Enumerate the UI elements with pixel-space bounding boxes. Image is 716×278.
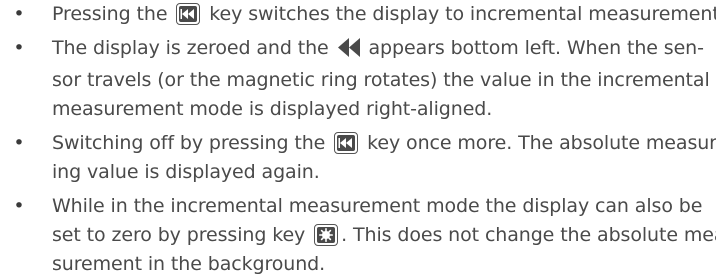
bullet-item-4: • While in the incremental measurement m…	[0, 192, 716, 278]
bullet-item-3: • Switching off by pressing the key once…	[0, 129, 716, 187]
bullet-marker: •	[13, 3, 25, 25]
bullet-item-2: • The display is zeroed and the appears …	[0, 34, 716, 124]
text-line: measurement mode is displayed right-alig…	[52, 98, 493, 120]
incremental-symbol-icon	[337, 37, 360, 66]
text-segment: The display is zeroed and the	[52, 37, 335, 59]
text-line: set to zero by pressing key . This does …	[52, 221, 716, 250]
bullet-item-1: • Pressing the key switches the display …	[0, 0, 716, 29]
text-line: While in the incremental measurement mod…	[52, 195, 703, 217]
bullet-list: • Pressing the key switches the display …	[0, 0, 716, 278]
text-segment: appears bottom left. When the sen-	[362, 37, 704, 59]
text-line: Switching off by pressing the key once m…	[52, 129, 716, 158]
text-line: surement in the background.	[52, 253, 326, 275]
text-segment: key switches the display to incremental …	[203, 3, 716, 25]
text-segment: key once more. The absolute measur-	[361, 132, 716, 154]
text-line: Pressing the key switches the display to…	[52, 0, 716, 29]
text-segment: Pressing the	[52, 3, 174, 25]
instruction-document: • Pressing the key switches the display …	[0, 0, 716, 278]
text-segment: set to zero by pressing key	[52, 224, 312, 246]
bullet-marker: •	[13, 195, 25, 217]
text-line: The display is zeroed and the appears bo…	[52, 34, 710, 66]
text-segment: Switching off by pressing the	[52, 132, 332, 154]
bullet-marker: •	[13, 37, 25, 59]
incremental-key-icon	[334, 132, 359, 154]
star-key-icon	[314, 224, 339, 246]
incremental-key-icon	[176, 3, 201, 25]
bullet-marker: •	[13, 132, 25, 154]
text-line: ing value is displayed again.	[52, 161, 320, 183]
text-segment: . This does not change the absolute mea-	[341, 224, 716, 246]
text-line: sor travels (or the magnetic ring rotate…	[52, 69, 710, 91]
